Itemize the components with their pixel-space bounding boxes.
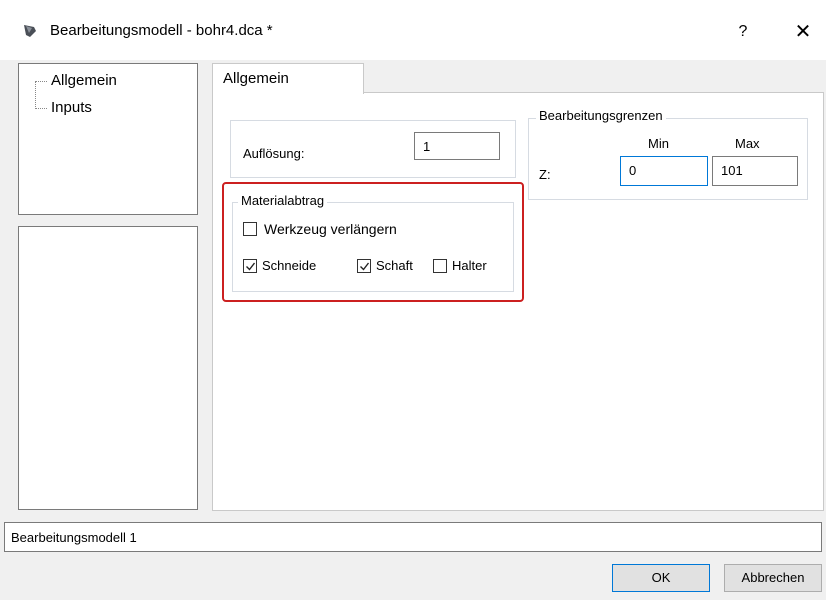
tree-item-inputs[interactable]: Inputs xyxy=(51,99,92,116)
preview-panel xyxy=(18,226,198,510)
close-button[interactable]: ✕ xyxy=(788,18,818,46)
tab-allgemein[interactable]: Allgemein xyxy=(212,63,364,94)
window-title: Bearbeitungsmodell - bohr4.dca * xyxy=(50,22,273,39)
cancel-button[interactable]: Abbrechen xyxy=(724,564,822,592)
highlight-box xyxy=(222,182,524,302)
z-max-input[interactable]: 101 xyxy=(712,156,798,186)
resolution-input[interactable]: 1 xyxy=(414,132,500,160)
z-min-input[interactable]: 0 xyxy=(620,156,708,186)
tree-item-allgemein[interactable]: Allgemein xyxy=(51,72,117,89)
model-name-text: Bearbeitungsmodell 1 xyxy=(11,530,137,545)
tree-connector xyxy=(35,81,36,109)
app-icon xyxy=(24,25,36,37)
ok-button[interactable]: OK xyxy=(612,564,710,592)
z-max-value: 101 xyxy=(721,163,743,178)
tree-connector xyxy=(35,81,47,82)
title-bar: Bearbeitungsmodell - bohr4.dca * ? ✕ xyxy=(0,0,826,60)
min-header: Min xyxy=(648,136,669,151)
tree-connector xyxy=(35,108,47,109)
z-min-value: 0 xyxy=(629,163,637,178)
resolution-label: Auflösung: xyxy=(243,146,305,161)
tab-label: Allgemein xyxy=(223,70,289,87)
help-button[interactable]: ? xyxy=(728,18,758,46)
model-name-field: Bearbeitungsmodell 1 xyxy=(4,522,822,552)
max-header: Max xyxy=(735,136,760,151)
navigation-tree: Allgemein Inputs xyxy=(18,63,198,215)
z-label: Z: xyxy=(539,167,551,182)
limits-group-label: Bearbeitungsgrenzen xyxy=(536,108,666,123)
resolution-value: 1 xyxy=(423,139,431,154)
